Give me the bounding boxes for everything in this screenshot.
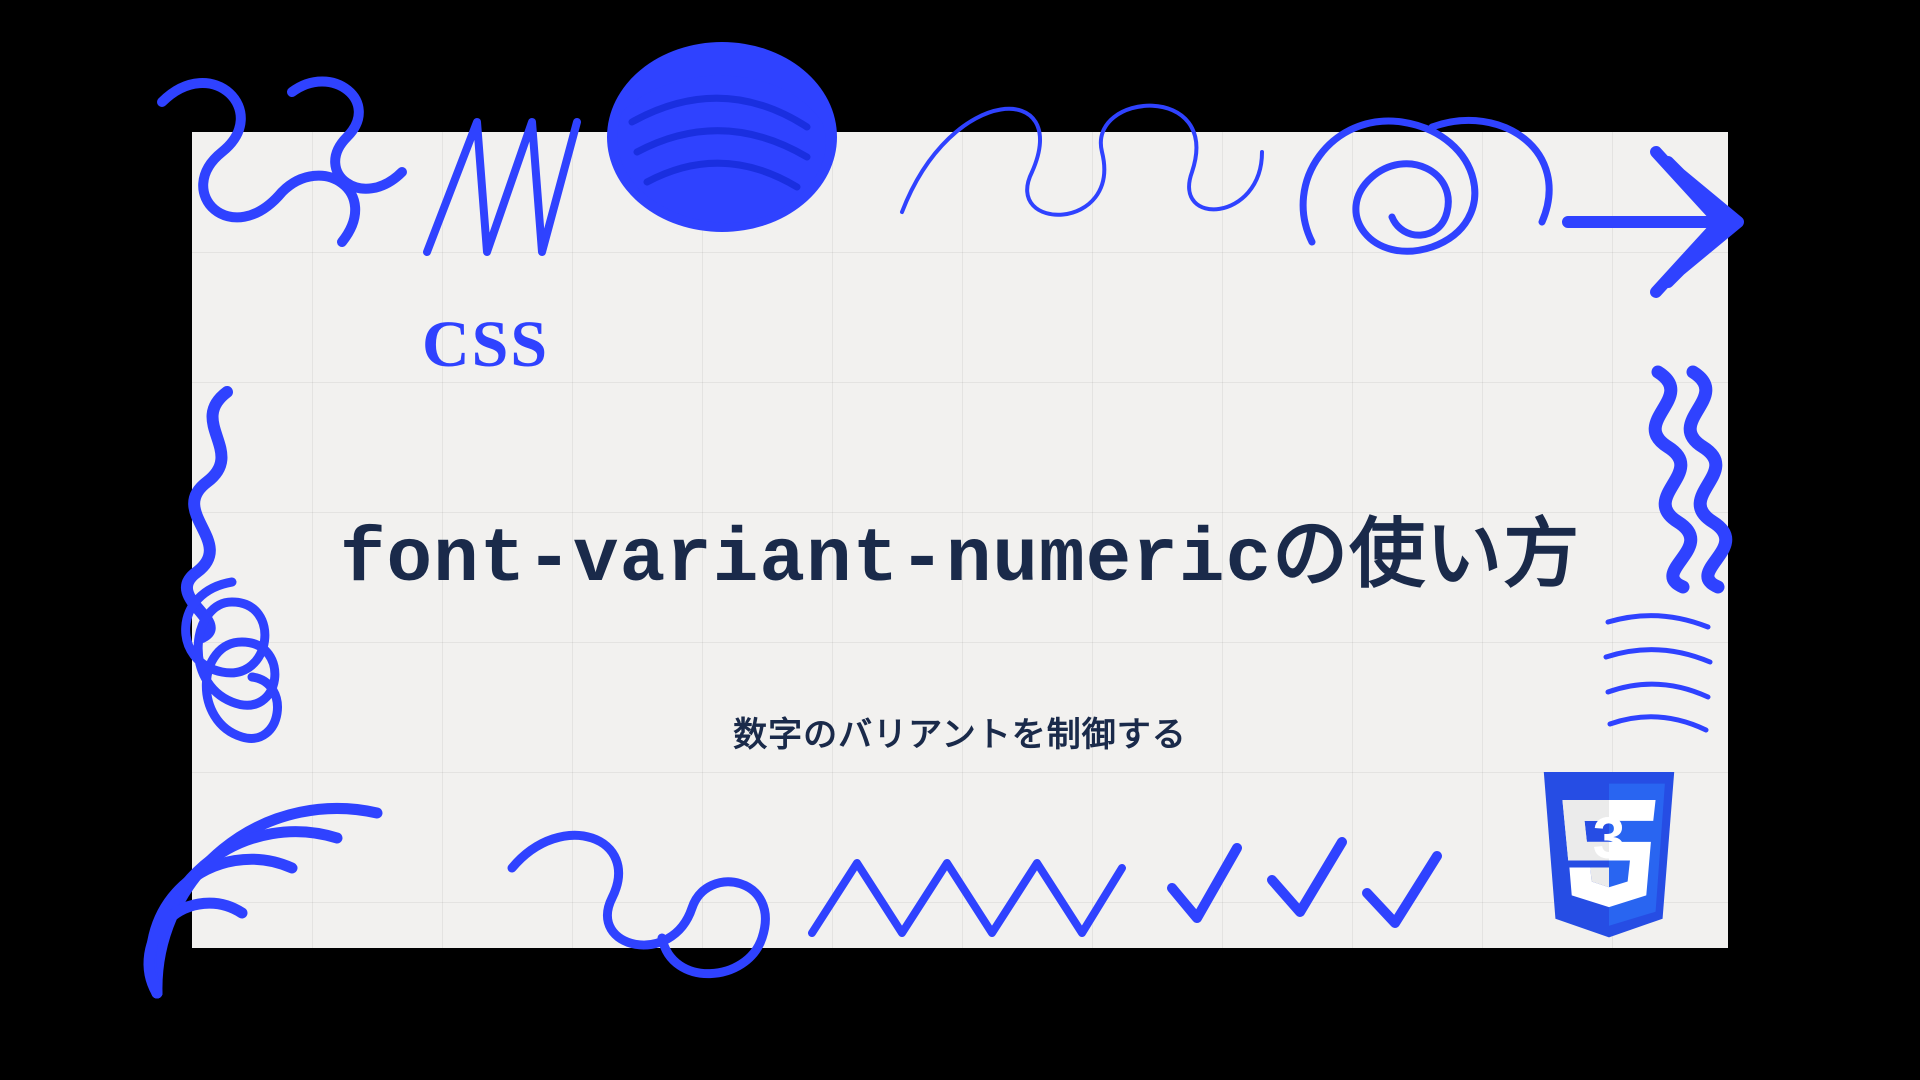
doodle-bottom-loops-icon bbox=[492, 808, 792, 1008]
doodle-arcs-icon bbox=[142, 768, 402, 1008]
doodle-arrow-icon bbox=[1548, 112, 1768, 332]
css3-glyph: 3 bbox=[1593, 806, 1625, 871]
doodle-spiral-icon bbox=[1272, 72, 1572, 282]
category-label: CSS bbox=[422, 307, 549, 383]
doodle-bottom-zigzag-icon bbox=[802, 838, 1132, 958]
css3-shield-icon: 3 bbox=[1534, 772, 1684, 942]
page-title: font-variant-numericの使い方 bbox=[192, 492, 1728, 603]
doodle-zigzag-icon bbox=[417, 112, 587, 272]
doodle-loops-icon bbox=[152, 72, 412, 272]
doodle-blob-icon bbox=[592, 52, 852, 272]
doodle-checks-icon bbox=[1152, 808, 1472, 948]
page-subtitle: 数字のバリアントを制御する bbox=[192, 707, 1728, 756]
doodle-thin-loops-icon bbox=[892, 62, 1272, 262]
